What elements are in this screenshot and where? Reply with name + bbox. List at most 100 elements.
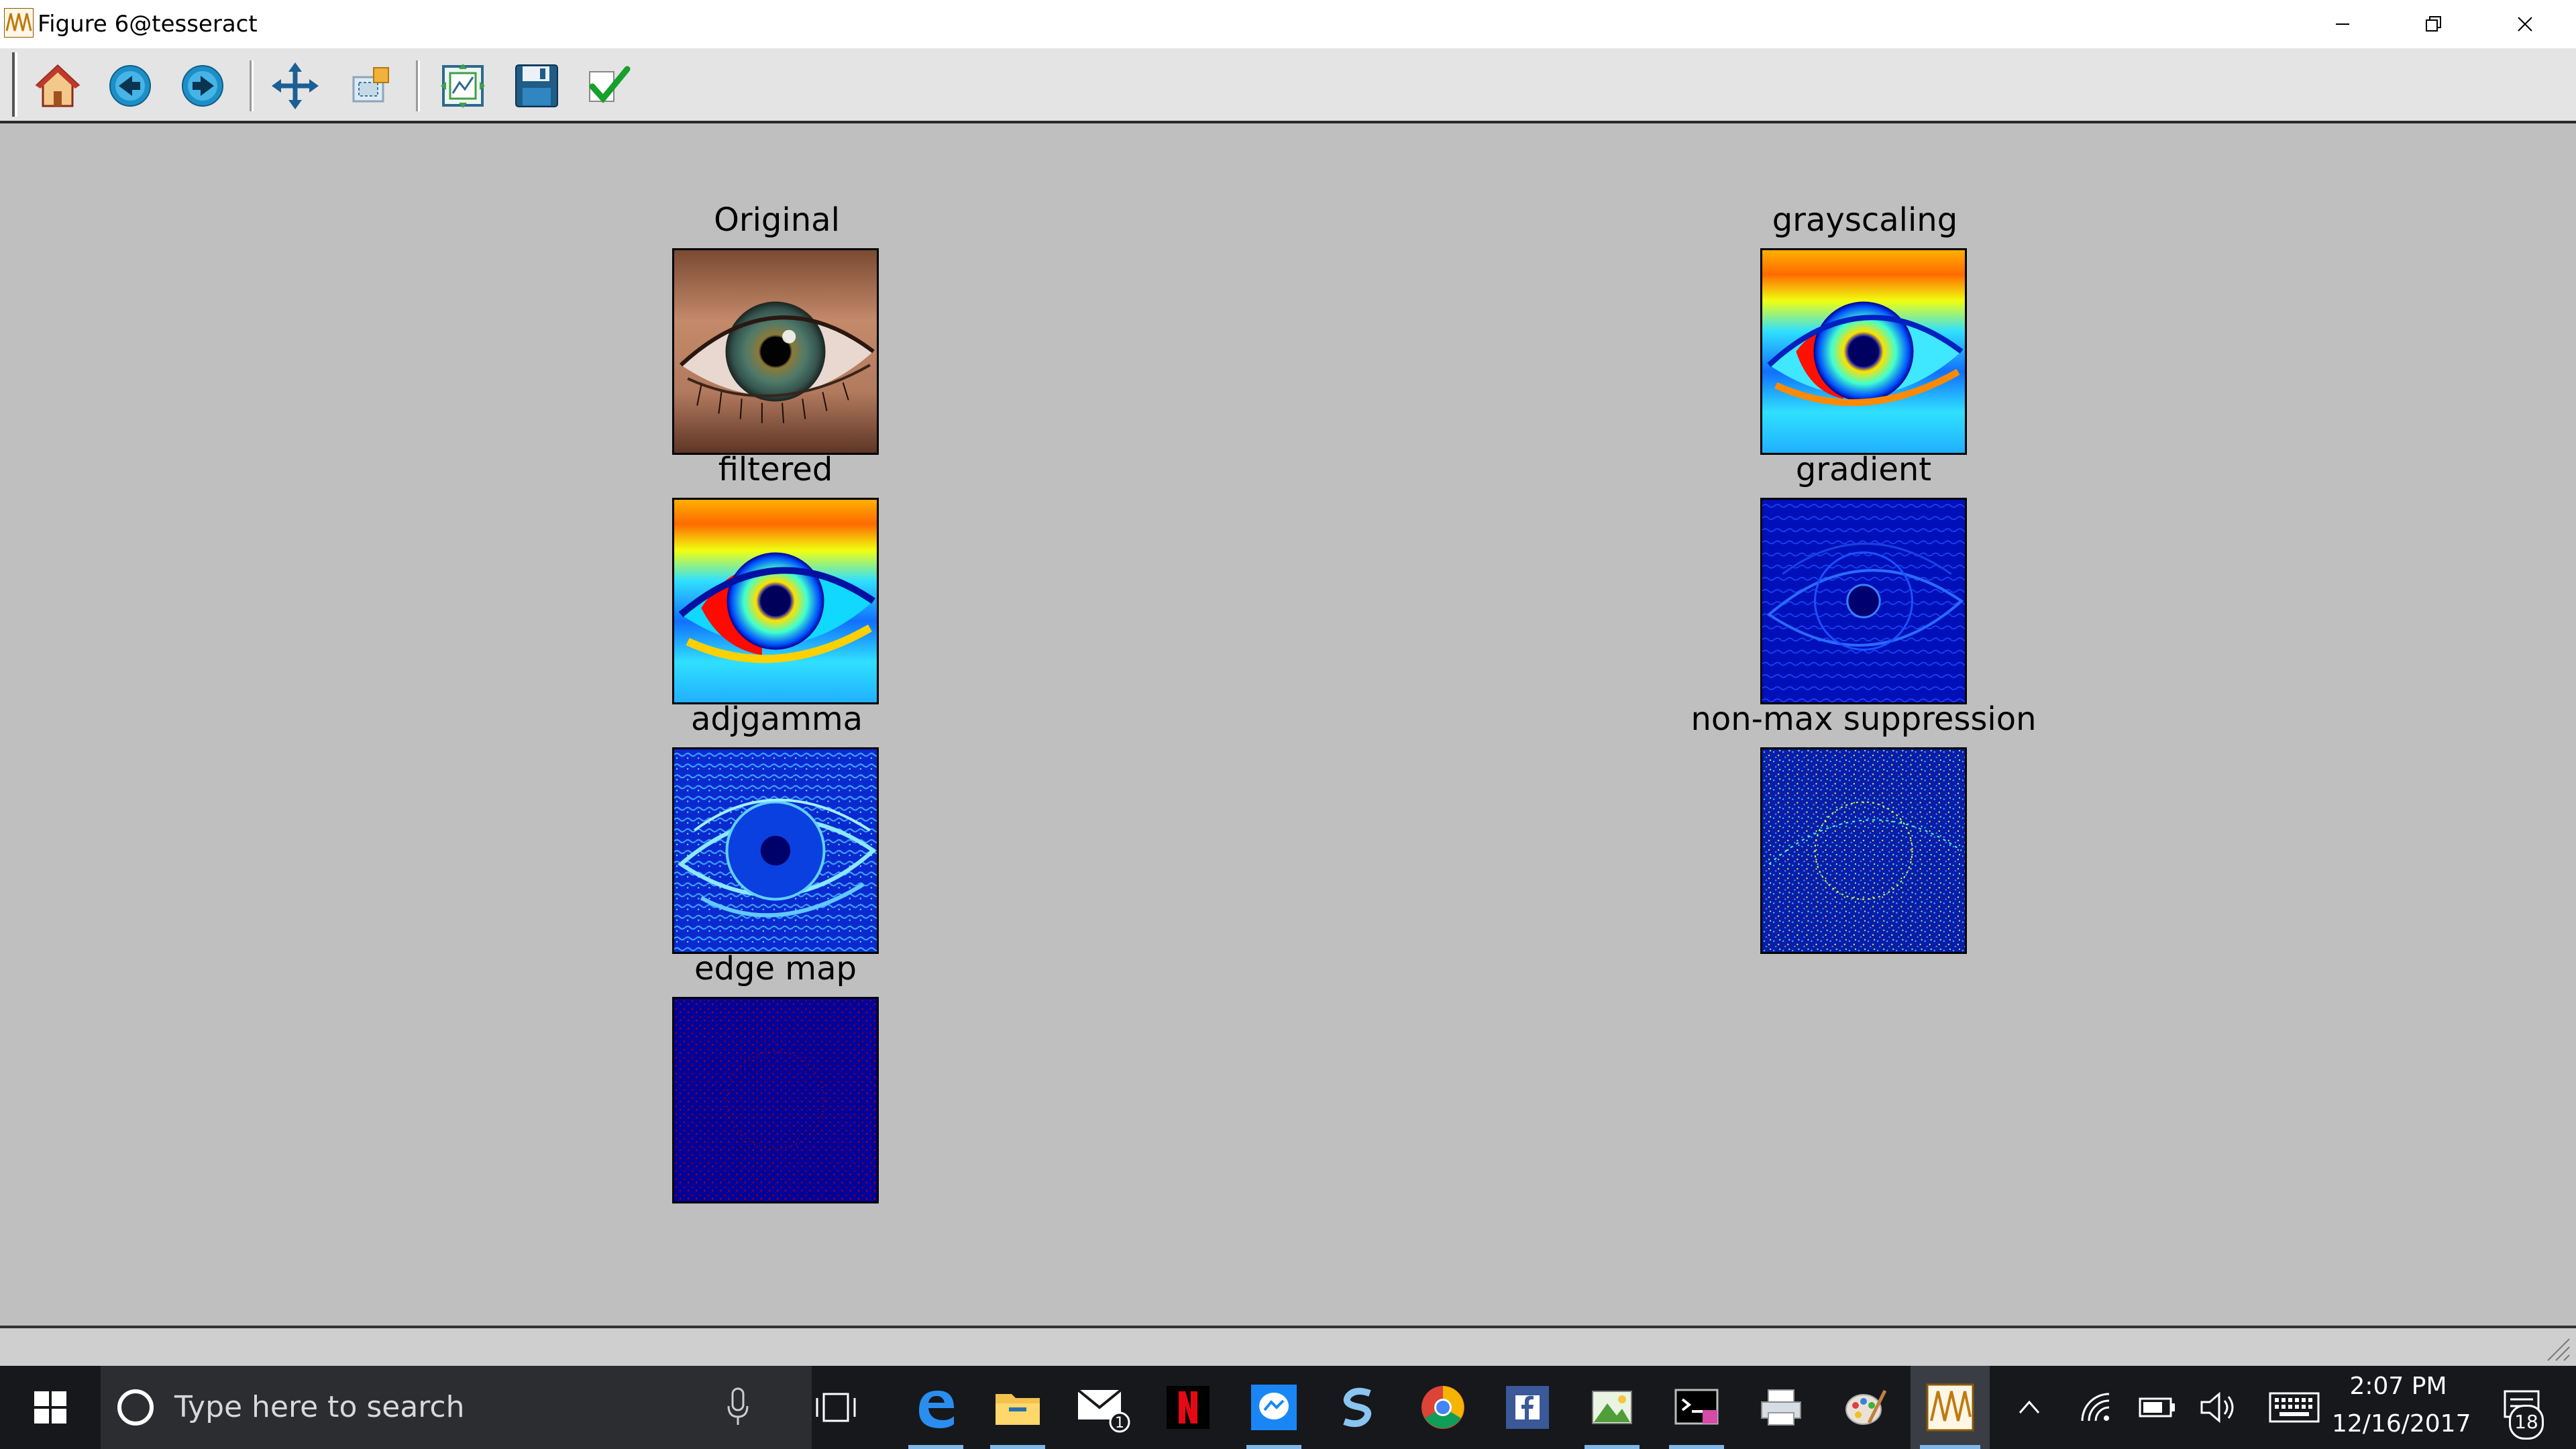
chrome-icon bbox=[1421, 1386, 1464, 1429]
pan-button[interactable] bbox=[268, 59, 322, 113]
close-button[interactable] bbox=[2479, 0, 2571, 48]
s-app-icon bbox=[1343, 1387, 1371, 1428]
home-button[interactable] bbox=[31, 59, 85, 113]
battery-button[interactable] bbox=[2133, 1366, 2182, 1449]
taskbar-app-paint[interactable] bbox=[1829, 1366, 1902, 1449]
taskbar-app-chrome[interactable] bbox=[1406, 1366, 1480, 1449]
printer-icon bbox=[1761, 1389, 1801, 1426]
panel-image-gradient bbox=[1760, 498, 1967, 704]
paint-icon bbox=[1845, 1389, 1887, 1425]
touch-keyboard-button[interactable] bbox=[2261, 1366, 2328, 1449]
move-arrows-icon bbox=[272, 62, 319, 109]
eye-gamma-blue-image bbox=[674, 749, 877, 952]
zoom-rect-icon bbox=[352, 67, 389, 103]
matplotlib-figure-icon bbox=[4, 8, 34, 38]
taskbar-app-file-explorer[interactable] bbox=[981, 1366, 1055, 1449]
taskbar-app-edge[interactable] bbox=[899, 1366, 973, 1449]
cortana-icon bbox=[117, 1389, 154, 1426]
network-button[interactable] bbox=[2072, 1366, 2120, 1449]
netflix-icon bbox=[1167, 1386, 1210, 1429]
eye-photo-image bbox=[674, 250, 877, 453]
photos-icon bbox=[1592, 1391, 1632, 1424]
panel-title-filtered: filtered bbox=[718, 451, 833, 488]
mail-badge-count: 1 bbox=[1115, 1415, 1124, 1432]
speaker-icon bbox=[2200, 1391, 2234, 1424]
start-button[interactable] bbox=[13, 1366, 87, 1449]
home-icon bbox=[35, 64, 80, 107]
keyboard-icon bbox=[2269, 1392, 2320, 1423]
show-hidden-icons-button[interactable] bbox=[2006, 1366, 2053, 1449]
forward-button[interactable] bbox=[176, 59, 229, 113]
panel-image-adjgamma bbox=[672, 747, 879, 954]
taskbar-app-messenger[interactable] bbox=[1237, 1366, 1311, 1449]
taskbar-search-box[interactable]: Type here to search bbox=[101, 1366, 812, 1449]
panel-image-edge-map bbox=[672, 997, 879, 1203]
zoom-button[interactable] bbox=[343, 59, 397, 113]
eye-jet-colormap-image bbox=[1762, 250, 1965, 453]
navigation-toolbar bbox=[0, 48, 2576, 123]
microphone-icon[interactable] bbox=[724, 1386, 751, 1429]
notification-count-badge: 18 bbox=[2509, 1405, 2544, 1440]
minimize-icon bbox=[2336, 23, 2349, 25]
panel-image-original bbox=[672, 248, 879, 455]
eye-gradient-blue-image bbox=[1762, 500, 1965, 702]
back-button[interactable] bbox=[103, 59, 157, 113]
volume-button[interactable] bbox=[2194, 1366, 2242, 1449]
window-titlebar: Figure 6@tesseract bbox=[0, 0, 2576, 48]
save-button[interactable] bbox=[510, 59, 564, 113]
matplotlib-figure-icon bbox=[1926, 1383, 1974, 1432]
clock-time: 2:07 PM bbox=[2349, 1373, 2447, 1400]
configure-subplots-icon bbox=[441, 64, 485, 108]
window-title: Figure 6@tesseract bbox=[38, 11, 258, 38]
arrow-left-icon bbox=[109, 65, 151, 107]
panel-image-grayscaling bbox=[1760, 248, 1967, 455]
subplots-button[interactable] bbox=[436, 59, 490, 113]
taskbar-app-facebook[interactable] bbox=[1491, 1366, 1564, 1449]
toolbar-separator bbox=[250, 60, 252, 111]
taskbar-app-matplotlib-figure[interactable] bbox=[1911, 1366, 1990, 1449]
edge-icon bbox=[919, 1391, 954, 1428]
eye-jet-colormap-filtered-image bbox=[674, 500, 877, 702]
terminal-icon bbox=[1674, 1389, 1719, 1425]
taskbar-app-terminal[interactable] bbox=[1660, 1366, 1733, 1449]
messenger-icon bbox=[1251, 1385, 1297, 1430]
panel-title-grayscaling: grayscaling bbox=[1772, 201, 1958, 239]
status-bar bbox=[0, 1326, 2576, 1366]
customize-button[interactable] bbox=[582, 59, 636, 113]
restore-icon bbox=[2426, 16, 2441, 32]
taskbar-app-photos[interactable] bbox=[1575, 1366, 1649, 1449]
taskbar-app-mail[interactable]: 1 bbox=[1067, 1366, 1140, 1449]
battery-icon bbox=[2139, 1397, 2175, 1417]
panel-image-filtered bbox=[672, 498, 879, 704]
task-view-button[interactable] bbox=[805, 1366, 867, 1449]
figure-canvas[interactable]: Original grayscaling filtered gradient a… bbox=[0, 126, 2576, 1326]
eye-nms-blue-speckle-image bbox=[1762, 749, 1965, 952]
toolbar-separator bbox=[416, 60, 418, 111]
close-icon bbox=[2518, 17, 2532, 32]
chevron-up-icon bbox=[2019, 1400, 2040, 1413]
facebook-icon bbox=[1506, 1386, 1549, 1429]
task-view-icon bbox=[816, 1393, 856, 1422]
restore-button[interactable] bbox=[2388, 0, 2479, 48]
eye-edge-map-dark-image bbox=[674, 999, 877, 1201]
arrow-right-icon bbox=[182, 65, 223, 107]
search-placeholder: Type here to search bbox=[174, 1390, 465, 1424]
panel-title-non-max-suppression: non-max suppression bbox=[1690, 700, 2037, 738]
minimize-button[interactable] bbox=[2297, 0, 2388, 48]
mail-icon: 1 bbox=[1077, 1389, 1130, 1433]
panel-title-edge-map: edge map bbox=[694, 950, 857, 987]
resize-grip-icon[interactable] bbox=[2542, 1334, 2572, 1363]
panel-title-gradient: gradient bbox=[1795, 451, 1932, 488]
file-explorer-icon bbox=[996, 1394, 1040, 1425]
wifi-icon bbox=[2081, 1393, 2110, 1421]
panel-image-non-max-suppression bbox=[1760, 747, 1967, 954]
panel-title-adjgamma: adjgamma bbox=[690, 700, 863, 738]
taskbar: Type here to search 1 2:07 PM 12/16/2017… bbox=[0, 1366, 2576, 1449]
checkmark-icon bbox=[589, 66, 631, 103]
taskbar-app-printer[interactable] bbox=[1744, 1366, 1818, 1449]
clock-date: 12/16/2017 bbox=[2332, 1410, 2471, 1438]
toolbar-grip[interactable] bbox=[12, 52, 15, 117]
taskbar-app-s[interactable] bbox=[1322, 1366, 1395, 1449]
panel-title-original: Original bbox=[714, 201, 840, 239]
taskbar-app-netflix[interactable] bbox=[1151, 1366, 1225, 1449]
